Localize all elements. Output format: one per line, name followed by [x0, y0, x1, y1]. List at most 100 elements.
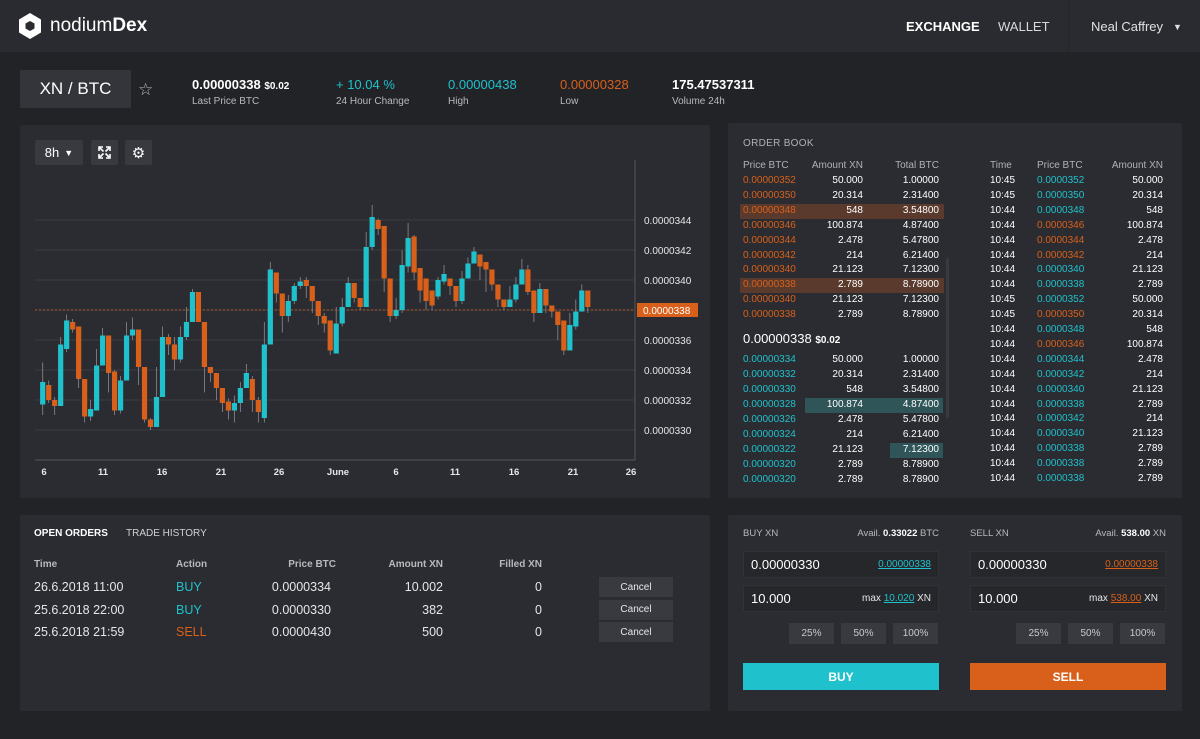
candle	[417, 268, 423, 291]
candle	[219, 388, 225, 403]
nav-wallet[interactable]: WALLET	[998, 19, 1050, 34]
candle	[381, 226, 387, 279]
x-tick-label: 21	[568, 467, 579, 478]
candle	[501, 299, 507, 307]
tab-trade-history[interactable]: TRADE HISTORY	[126, 528, 207, 539]
x-tick-label: 26	[274, 467, 285, 478]
ask-row[interactable]: 0.00000348 548 3.54800	[740, 203, 944, 219]
candle	[189, 292, 196, 322]
ask-row[interactable]: 0.00000352 50.000 1.00000	[740, 174, 944, 189]
candle	[231, 403, 237, 411]
ask-row[interactable]: 0.00000340 21.123 7.12300	[740, 263, 944, 278]
market-price-link[interactable]: 0.00000338	[1105, 559, 1158, 570]
total: 4.87400	[902, 399, 939, 410]
candle	[82, 379, 88, 417]
ask-row[interactable]: 0.00000338 2.789 8.78900	[740, 308, 944, 323]
nav-exchange[interactable]: EXCHANGE	[906, 19, 980, 34]
user-name: Neal Caffrey	[1091, 19, 1164, 34]
candle	[58, 344, 64, 406]
max-value-link[interactable]: 10.020	[884, 593, 915, 604]
amount: 214	[846, 249, 863, 261]
price-value: 0.00000330	[978, 557, 1047, 572]
candle	[135, 329, 142, 367]
buy-button[interactable]: BUY	[743, 663, 939, 690]
bid-row[interactable]: 0.00000324 214 6.21400	[740, 428, 944, 443]
candle	[345, 283, 351, 307]
ask-row[interactable]: 0.00000346 100.874 4.87400	[740, 219, 944, 234]
bid-row[interactable]: 0.00000332 20.314 2.31400	[740, 368, 944, 383]
total: 1.00000	[902, 354, 939, 365]
trade-row: 10:44 0.0000338 2.789	[990, 442, 1165, 457]
trade-price: 0.0000340	[1037, 428, 1085, 440]
candle	[513, 284, 519, 300]
bid-row[interactable]: 0.00000328 100.874 4.87400	[740, 398, 944, 413]
candle	[64, 320, 70, 349]
sell-pct-button[interactable]: 25%	[1016, 623, 1061, 644]
sell-button[interactable]: SELL	[970, 663, 1166, 690]
sell-pct-button[interactable]: 100%	[1120, 623, 1165, 644]
bid-row[interactable]: 0.00000320 2.789 8.78900	[740, 458, 944, 473]
candle	[465, 263, 471, 279]
amount-value: 10.000	[978, 591, 1018, 606]
candle	[399, 265, 405, 310]
buy-pct-button[interactable]: 50%	[841, 623, 886, 644]
x-tick-label: 6	[393, 467, 398, 478]
order-filled: 0	[535, 602, 542, 617]
candle	[573, 311, 579, 327]
bid-row[interactable]: 0.00000334 50.000 1.00000	[740, 353, 944, 368]
order-book-scrollbar[interactable]	[946, 258, 949, 418]
total: 7.12300	[902, 444, 939, 455]
order-action: SELL	[176, 625, 207, 639]
max-label: max	[862, 593, 881, 604]
candle	[195, 292, 202, 322]
x-tick-label: 16	[157, 467, 168, 478]
trade-time: 10:45	[990, 309, 1016, 321]
ask-row[interactable]: 0.00000338 2.789 8.78900	[740, 278, 944, 294]
candle	[183, 322, 190, 337]
col-header-action: Action	[176, 559, 208, 570]
sell-pct-button[interactable]: 50%	[1068, 623, 1113, 644]
candle	[327, 320, 333, 351]
cancel-button[interactable]: Cancel	[599, 577, 673, 597]
buy-title: BUY XN	[743, 528, 779, 539]
buy-pct-button[interactable]: 25%	[789, 623, 834, 644]
buy-amount-input[interactable]: 10.000 max 10.020 XN	[743, 585, 939, 612]
trade-price: 0.0000348	[1037, 204, 1085, 216]
ask-row[interactable]: 0.00000340 21.123 7.12300	[740, 293, 944, 308]
order-filled: 0	[535, 580, 542, 594]
total: 7.12300	[902, 264, 939, 276]
caret-down-icon: ▼	[1173, 21, 1182, 32]
mid-price-usd: $0.02	[815, 335, 841, 346]
user-menu[interactable]: Neal Caffrey ▼	[1091, 19, 1182, 34]
bid-row[interactable]: 0.00000330 548 3.54800	[740, 383, 944, 398]
amount: 100.874	[826, 399, 863, 410]
total: 5.47800	[902, 414, 939, 425]
amount: 20.314	[832, 369, 863, 380]
trade-time: 10:44	[990, 219, 1016, 231]
buy-price-input[interactable]: 0.00000330 0.00000338	[743, 551, 939, 578]
ask-row[interactable]: 0.00000342 214 6.21400	[740, 249, 944, 264]
tab-open-orders[interactable]: OPEN ORDERS	[34, 528, 108, 539]
ask-row[interactable]: 0.00000350 20.314 2.31400	[740, 189, 944, 204]
bid-row[interactable]: 0.00000320 2.789 8.78900	[740, 473, 944, 488]
x-tick-label: 11	[98, 467, 109, 478]
candlestick-chart[interactable]: 0.0000344 0.0000342 0.0000340 0.0000336 0.00…	[0, 0, 710, 498]
buy-pct-button[interactable]: 100%	[893, 623, 938, 644]
max-value-link[interactable]: 538.00	[1111, 593, 1142, 604]
candle	[52, 400, 58, 406]
sell-price-input[interactable]: 0.00000330 0.00000338	[970, 551, 1166, 578]
market-price-link[interactable]: 0.00000338	[878, 559, 931, 570]
cancel-button[interactable]: Cancel	[599, 622, 673, 642]
candle	[165, 337, 172, 345]
trade-price: 0.0000344	[1037, 234, 1085, 246]
trade-price: 0.0000348	[1037, 324, 1085, 335]
sell-amount-input[interactable]: 10.000 max 538.00 XN	[970, 585, 1166, 612]
ask-row[interactable]: 0.00000344 2.478 5.47800	[740, 234, 944, 249]
cancel-button[interactable]: Cancel	[599, 599, 673, 620]
total: 6.21400	[902, 249, 939, 261]
candle	[441, 274, 447, 282]
bid-row[interactable]: 0.00000322 21.123 7.12300	[740, 443, 944, 458]
bid-row[interactable]: 0.00000326 2.478 5.47800	[740, 413, 944, 428]
candle	[147, 419, 154, 427]
candle	[495, 284, 501, 300]
